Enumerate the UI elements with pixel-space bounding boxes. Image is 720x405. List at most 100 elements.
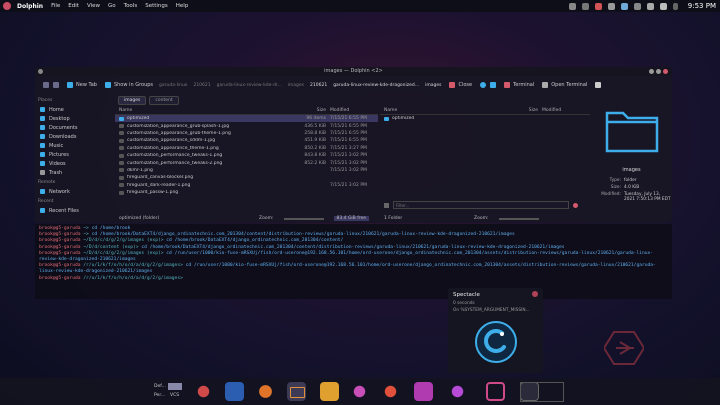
places-item-recent-files[interactable]: Recent Files <box>35 206 115 215</box>
table-row[interactable]: customization_performance_tweaks-2.png 85… <box>115 159 378 166</box>
pager-label[interactable]: Per... <box>154 393 165 398</box>
breadcrumb-item[interactable]: 210621 <box>193 83 210 88</box>
clipboard-icon[interactable] <box>581 2 589 10</box>
dolphin-icon[interactable] <box>287 382 306 401</box>
maximize-icon[interactable] <box>656 69 661 74</box>
window-titlebar[interactable]: images — Dolphin <2> <box>35 67 672 76</box>
column-name[interactable]: Name <box>115 108 288 113</box>
terminal-panel[interactable]: brook@g5-garuda ~> cd /home/brook brook@g… <box>35 224 672 299</box>
places-item-documents[interactable]: Documents <box>35 123 115 132</box>
info-name: images <box>622 167 641 173</box>
vcs-label[interactable]: VCS <box>170 393 179 398</box>
places-item-videos[interactable]: Videos <box>35 159 115 168</box>
system-settings-icon[interactable] <box>350 382 369 401</box>
menu-file[interactable]: File <box>51 3 60 9</box>
garuda-welcome-icon[interactable] <box>381 382 400 401</box>
zoom-label: Zoom: <box>259 216 274 221</box>
garuda-menu-icon[interactable] <box>3 2 11 10</box>
close-icon[interactable] <box>532 291 538 297</box>
wifi-icon[interactable] <box>659 2 667 10</box>
window-thumbnail[interactable] <box>520 382 564 402</box>
back-button[interactable] <box>43 82 49 88</box>
show-in-groups-button[interactable]: Show in Groups <box>104 82 153 88</box>
new-tab-button[interactable]: New Tab <box>67 82 97 88</box>
volume-icon[interactable] <box>607 2 615 10</box>
prompt-path: ~/D/d/content (exp)> <box>83 244 139 250</box>
package-manager-icon[interactable] <box>414 382 433 401</box>
window-menu-icon[interactable] <box>38 69 43 74</box>
zoom-slider[interactable] <box>498 217 539 220</box>
table-row[interactable]: customization_appearance_theme-1.png 850.… <box>115 145 378 152</box>
terminal-icon[interactable] <box>225 382 244 401</box>
places-item-downloads[interactable]: Downloads <box>35 132 115 141</box>
virtual-desktop-thumb[interactable] <box>168 383 182 390</box>
breadcrumb-item[interactable]: garuda-linux <box>159 83 187 88</box>
table-row[interactable]: customization_appearance_sddm-1.jpg 451.9… <box>115 137 378 144</box>
list-item[interactable]: optimized <box>380 115 590 122</box>
column-modified[interactable]: Modified <box>542 108 590 113</box>
expand-tray-icon[interactable] <box>672 2 678 10</box>
places-item-music[interactable]: Music <box>35 141 115 150</box>
table-row[interactable]: customization_appearance_grub-splash-1.j… <box>115 122 378 129</box>
menu-help[interactable]: Help <box>176 3 189 9</box>
places-item-home[interactable]: Home <box>35 105 115 114</box>
breadcrumb-item[interactable]: 210621 <box>310 83 327 88</box>
updates-icon[interactable] <box>594 2 602 10</box>
updater-icon[interactable] <box>448 382 467 401</box>
display-icon[interactable] <box>620 2 628 10</box>
file-modified: 7/15/21 6:55 PM <box>330 116 367 122</box>
search-button[interactable] <box>480 82 487 88</box>
breadcrumb-item[interactable]: garuda-linux-review-kde-dragonized... <box>333 83 419 88</box>
menu-go[interactable]: Go <box>108 3 116 9</box>
places-item-network[interactable]: Network <box>35 187 115 196</box>
table-row[interactable]: customization_performance_tweaks-1.png 84… <box>115 152 378 159</box>
breadcrumb-item[interactable]: images <box>288 83 304 88</box>
crop-tool-icon[interactable] <box>486 382 505 401</box>
minimize-icon[interactable] <box>649 69 654 74</box>
tab-images[interactable]: images <box>118 96 147 105</box>
menu-view[interactable]: View <box>87 3 100 9</box>
places-item-desktop[interactable]: Desktop <box>35 114 115 123</box>
app-launcher-icon[interactable] <box>194 382 213 401</box>
column-modified[interactable]: Modified <box>330 108 378 113</box>
clock[interactable]: 9:53 PM <box>688 2 716 10</box>
table-row[interactable]: optimized 96 items 7/15/21 6:55 PM <box>115 115 378 123</box>
column-name[interactable]: Name <box>380 108 500 113</box>
firedragon-icon[interactable] <box>256 382 275 401</box>
table-row[interactable]: fireguard_canvas-blocker.png <box>115 174 378 181</box>
pictures-icon <box>40 152 45 157</box>
hamburger-menu-button[interactable] <box>595 82 602 88</box>
filter-button[interactable] <box>490 82 497 88</box>
bluetooth-icon[interactable] <box>633 2 641 10</box>
zoom-slider[interactable] <box>283 217 324 220</box>
breadcrumb-item[interactable]: images <box>425 83 441 88</box>
table-row[interactable]: customization_appearance_grub-theme-1.pn… <box>115 130 378 137</box>
column-size[interactable]: Size <box>288 108 330 113</box>
table-row[interactable]: dkmr-1.png 7/15/21 3:02 PM <box>115 167 378 174</box>
places-item-trash[interactable]: Trash <box>35 168 115 177</box>
menu-settings[interactable]: Settings <box>145 3 168 9</box>
table-row[interactable]: fireguard_dark-reader-1.png 7/15/21 3:02 … <box>115 182 378 189</box>
menu-tools[interactable]: Tools <box>124 3 138 9</box>
close-icon[interactable] <box>663 69 668 74</box>
notifications-icon[interactable] <box>646 2 654 10</box>
trash-icon <box>40 170 45 175</box>
filter-input[interactable] <box>393 201 569 209</box>
terminal-button[interactable]: Terminal <box>504 82 534 88</box>
tab-content[interactable]: content <box>149 96 179 105</box>
menu-edit[interactable]: Edit <box>68 3 79 9</box>
documents-icon <box>40 125 45 130</box>
network-icon[interactable] <box>568 2 576 10</box>
filter-clear-icon[interactable] <box>573 202 578 208</box>
close-split-button[interactable]: Close <box>449 82 472 88</box>
text-editor-icon[interactable] <box>320 382 339 401</box>
filter-close-icon[interactable] <box>384 202 389 208</box>
up-button[interactable] <box>53 82 59 88</box>
table-row[interactable]: fireguard_passw-1.png <box>115 189 378 196</box>
breadcrumb-item[interactable]: garuda-linux-review-kde-dr... <box>217 83 282 88</box>
pager-label[interactable]: Def... <box>154 384 166 389</box>
open-terminal-button[interactable]: Open Terminal <box>542 82 587 88</box>
column-size[interactable]: Size <box>500 108 542 113</box>
places-item-pictures[interactable]: Pictures <box>35 150 115 159</box>
spectacle-notification[interactable]: Spectacle 0 seconds On %SYSTEM_ARGUMENT_… <box>448 288 543 373</box>
